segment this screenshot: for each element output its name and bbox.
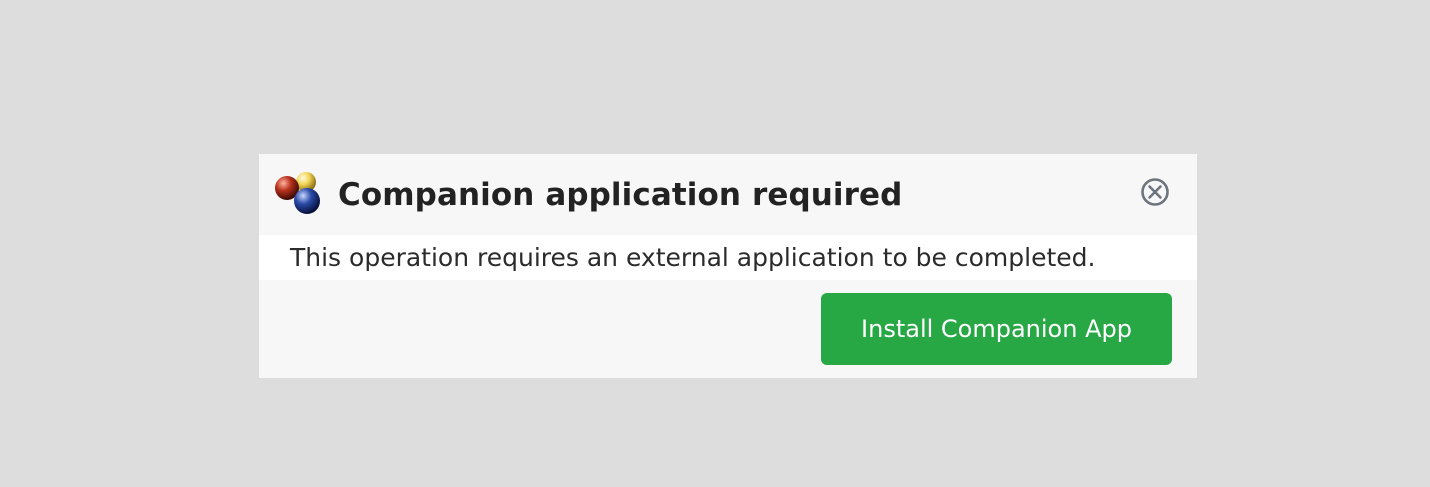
three-spheres-logo-icon <box>275 172 320 214</box>
dialog-footer: Install Companion App <box>259 280 1197 378</box>
dialog-body: This operation requires an external appl… <box>259 235 1197 280</box>
dialog-title: Companion application required <box>338 177 903 213</box>
dialog-message: This operation requires an external appl… <box>290 243 1096 272</box>
companion-app-dialog: Companion application required This oper… <box>259 154 1197 378</box>
install-companion-app-button[interactable]: Install Companion App <box>821 293 1172 365</box>
circle-x-close-icon[interactable] <box>1140 177 1170 207</box>
dialog-header: Companion application required <box>259 154 1197 235</box>
